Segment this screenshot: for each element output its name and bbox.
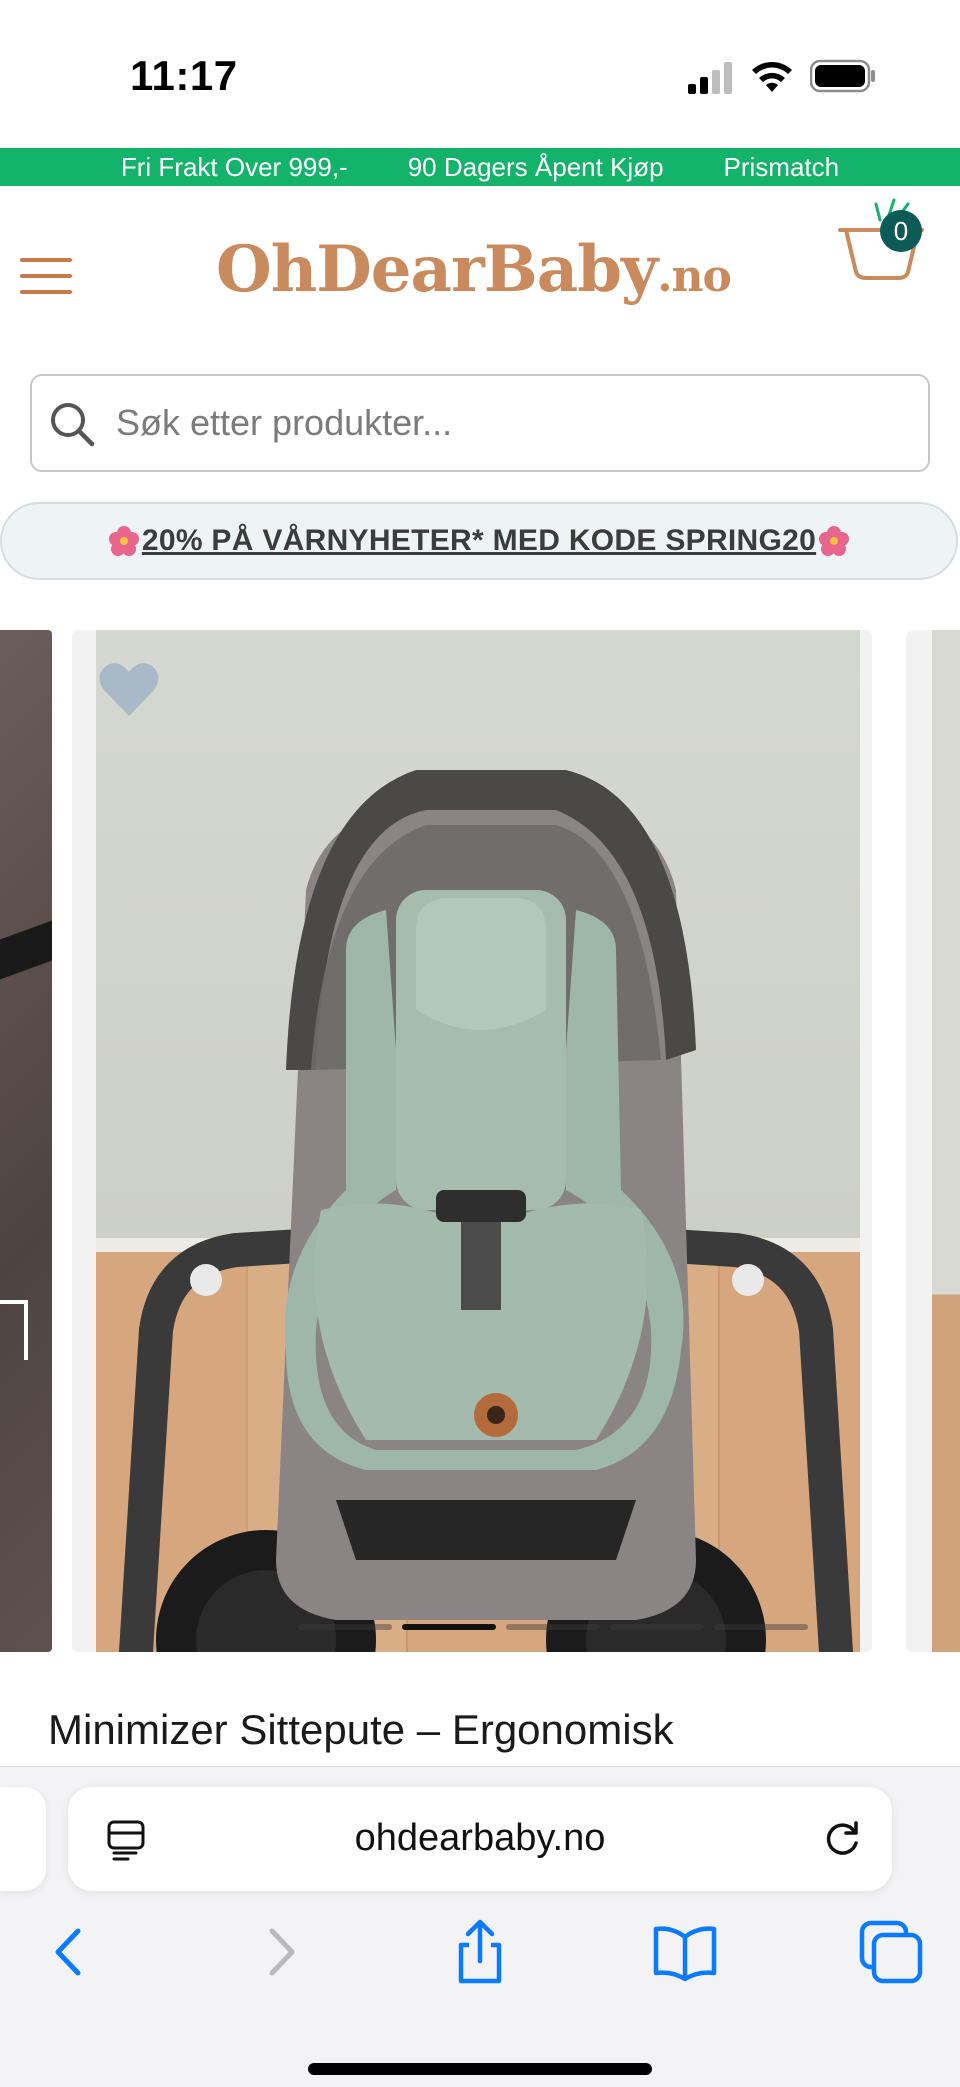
gallery-dot[interactable] xyxy=(506,1624,600,1630)
gallery-pagination xyxy=(298,1624,808,1632)
logo-tld: .no xyxy=(657,251,732,302)
product-image xyxy=(96,630,860,1652)
gallery-previous-slide[interactable] xyxy=(0,630,52,1652)
tabs-icon[interactable] xyxy=(856,1917,926,1987)
hibiscus-icon xyxy=(819,526,850,556)
forward-chevron-icon[interactable] xyxy=(244,1917,314,1987)
previous-tab-peek[interactable] xyxy=(0,1787,46,1891)
address-url: ohdearbaby.no xyxy=(354,1817,606,1859)
status-bar: 11:17 xyxy=(0,0,960,148)
favorite-heart-icon[interactable] xyxy=(98,660,160,718)
gallery-dot[interactable] xyxy=(402,1624,496,1630)
search-icon xyxy=(51,403,95,447)
stroller-illustration xyxy=(119,770,853,1652)
address-bar[interactable]: ohdearbaby.no xyxy=(68,1787,892,1891)
menu-line xyxy=(20,258,72,262)
search-box xyxy=(30,374,930,472)
usp-strip: Fri Frakt Over 999,- 90 Dagers Åpent Kjø… xyxy=(0,148,960,186)
cellular-signal-icon xyxy=(688,62,732,94)
site-logo[interactable]: OhDearBaby.no xyxy=(216,232,732,307)
bookmarks-book-icon[interactable] xyxy=(650,1917,720,1987)
share-icon[interactable] xyxy=(445,1917,515,1987)
browser-toolbar xyxy=(0,1917,960,2017)
logo-main: OhDearBaby xyxy=(216,232,658,307)
gallery-dot[interactable] xyxy=(298,1624,392,1630)
browser-bottom-bar: ohdearbaby.no xyxy=(0,1766,960,2087)
next-slide-image xyxy=(932,630,960,1652)
reload-icon[interactable] xyxy=(820,1817,864,1861)
search-input[interactable] xyxy=(116,390,896,456)
hibiscus-icon xyxy=(108,526,139,556)
wifi-icon xyxy=(752,62,792,92)
battery-icon xyxy=(810,59,875,93)
menu-line xyxy=(20,274,72,278)
prev-slide-strap xyxy=(0,920,52,980)
promo-banner[interactable]: 20% PÅ VÅRNYHETER* MED KODE SPRING20 xyxy=(0,502,958,580)
hamburger-menu-icon[interactable] xyxy=(20,258,72,298)
home-indicator xyxy=(308,2063,652,2075)
menu-line xyxy=(20,290,72,294)
page: 11:17 Fri Frakt Over 999,- 90 Dagers Åpe… xyxy=(0,0,960,2087)
gallery-dot[interactable] xyxy=(714,1624,808,1630)
product-gallery[interactable] xyxy=(0,630,960,1652)
usp-price-match: Prismatch xyxy=(723,151,840,182)
prev-slide-detail xyxy=(0,1300,28,1360)
cart-count-badge: 0 xyxy=(880,210,922,252)
usp-open-purchase: 90 Dagers Åpent Kjøp xyxy=(407,151,664,182)
back-chevron-icon[interactable] xyxy=(36,1917,106,1987)
promo-banner-text: 20% PÅ VÅRNYHETER* MED KODE SPRING20 xyxy=(141,524,817,557)
usp-free-shipping: Fri Frakt Over 999,- xyxy=(120,151,348,182)
status-time: 11:17 xyxy=(130,52,238,99)
product-title[interactable]: Minimizer Sittepute – Ergonomisk xyxy=(48,1706,674,1754)
gallery-next-slide[interactable] xyxy=(906,630,960,1652)
gallery-dot[interactable] xyxy=(610,1624,704,1630)
site-header: OhDearBaby.no 0 xyxy=(0,186,960,360)
gallery-current-slide[interactable] xyxy=(72,630,872,1652)
